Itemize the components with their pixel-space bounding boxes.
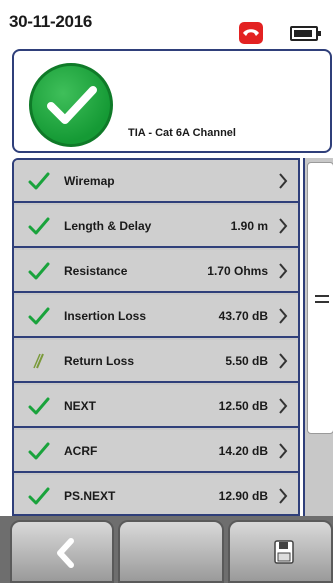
result-label: ACRF bbox=[64, 444, 98, 458]
result-label: Return Loss bbox=[64, 354, 135, 368]
results-list: Wiremap Length & Delay 1.90 m Resistance 1.7… bbox=[12, 158, 300, 516]
chevron-right-icon bbox=[278, 262, 288, 280]
pass-check-icon bbox=[29, 63, 113, 147]
result-label: NEXT bbox=[64, 399, 97, 413]
result-value: 12.90 dB bbox=[218, 489, 268, 503]
summary-card: TIA - Cat 6A Channel bbox=[12, 49, 332, 153]
save-button[interactable] bbox=[228, 520, 333, 583]
pass-check-icon bbox=[28, 487, 50, 505]
result-label: Insertion Loss bbox=[64, 309, 147, 323]
test-standard-label: TIA - Cat 6A Channel bbox=[128, 127, 236, 139]
result-value: 1.90 m bbox=[230, 219, 268, 233]
result-label: PS.NEXT bbox=[64, 489, 116, 503]
bottom-toolbar bbox=[0, 516, 333, 583]
result-label: Resistance bbox=[64, 264, 128, 278]
pass-check-icon bbox=[28, 307, 50, 325]
pass-check-icon bbox=[28, 172, 50, 190]
pass-check-icon bbox=[28, 442, 50, 460]
battery-fill bbox=[294, 30, 312, 37]
scrollbar[interactable] bbox=[303, 158, 333, 516]
scroll-grip-icon bbox=[315, 295, 329, 303]
chevron-right-icon bbox=[278, 397, 288, 415]
chevron-right-icon bbox=[278, 442, 288, 460]
result-label: Length & Delay bbox=[64, 219, 152, 233]
blank-button[interactable] bbox=[118, 520, 224, 583]
chevron-right-icon bbox=[278, 307, 288, 325]
result-value: 43.70 dB bbox=[218, 309, 268, 323]
pass-check-icon bbox=[28, 397, 50, 415]
result-row[interactable]: NEXT 12.50 dB bbox=[14, 385, 298, 428]
back-button[interactable] bbox=[10, 520, 114, 583]
result-row[interactable]: ACRF 14.20 dB bbox=[14, 430, 298, 473]
result-row[interactable]: PS.NEXT 12.90 dB bbox=[14, 475, 298, 514]
scrollbar-thumb[interactable] bbox=[307, 162, 333, 434]
hang-up-phone-icon[interactable] bbox=[239, 22, 263, 44]
result-row[interactable]: Length & Delay 1.90 m bbox=[14, 205, 298, 248]
chevron-right-icon bbox=[278, 352, 288, 370]
chevron-right-icon bbox=[278, 487, 288, 505]
status-bar: 30-11-2016 bbox=[0, 0, 333, 44]
battery-icon bbox=[290, 26, 321, 41]
back-chevron-icon bbox=[57, 538, 74, 568]
result-value: 14.20 dB bbox=[218, 444, 268, 458]
result-value: 5.50 dB bbox=[225, 354, 268, 368]
pass-check-icon bbox=[28, 217, 50, 235]
result-row[interactable]: Insertion Loss 43.70 dB bbox=[14, 295, 298, 338]
chevron-right-icon bbox=[278, 172, 288, 190]
date-display: 30-11-2016 bbox=[9, 12, 93, 31]
chevron-right-icon bbox=[278, 217, 288, 235]
result-row[interactable]: Resistance 1.70 Ohms bbox=[14, 250, 298, 293]
save-icon bbox=[274, 540, 294, 564]
result-label: Wiremap bbox=[64, 174, 115, 188]
result-row[interactable]: Return Loss 5.50 dB bbox=[14, 340, 298, 383]
result-row[interactable]: Wiremap bbox=[14, 160, 298, 203]
result-value: 1.70 Ohms bbox=[207, 264, 268, 278]
pass-check-icon bbox=[28, 262, 50, 280]
result-value: 12.50 dB bbox=[218, 399, 268, 413]
not-applicable-icon bbox=[28, 352, 50, 370]
